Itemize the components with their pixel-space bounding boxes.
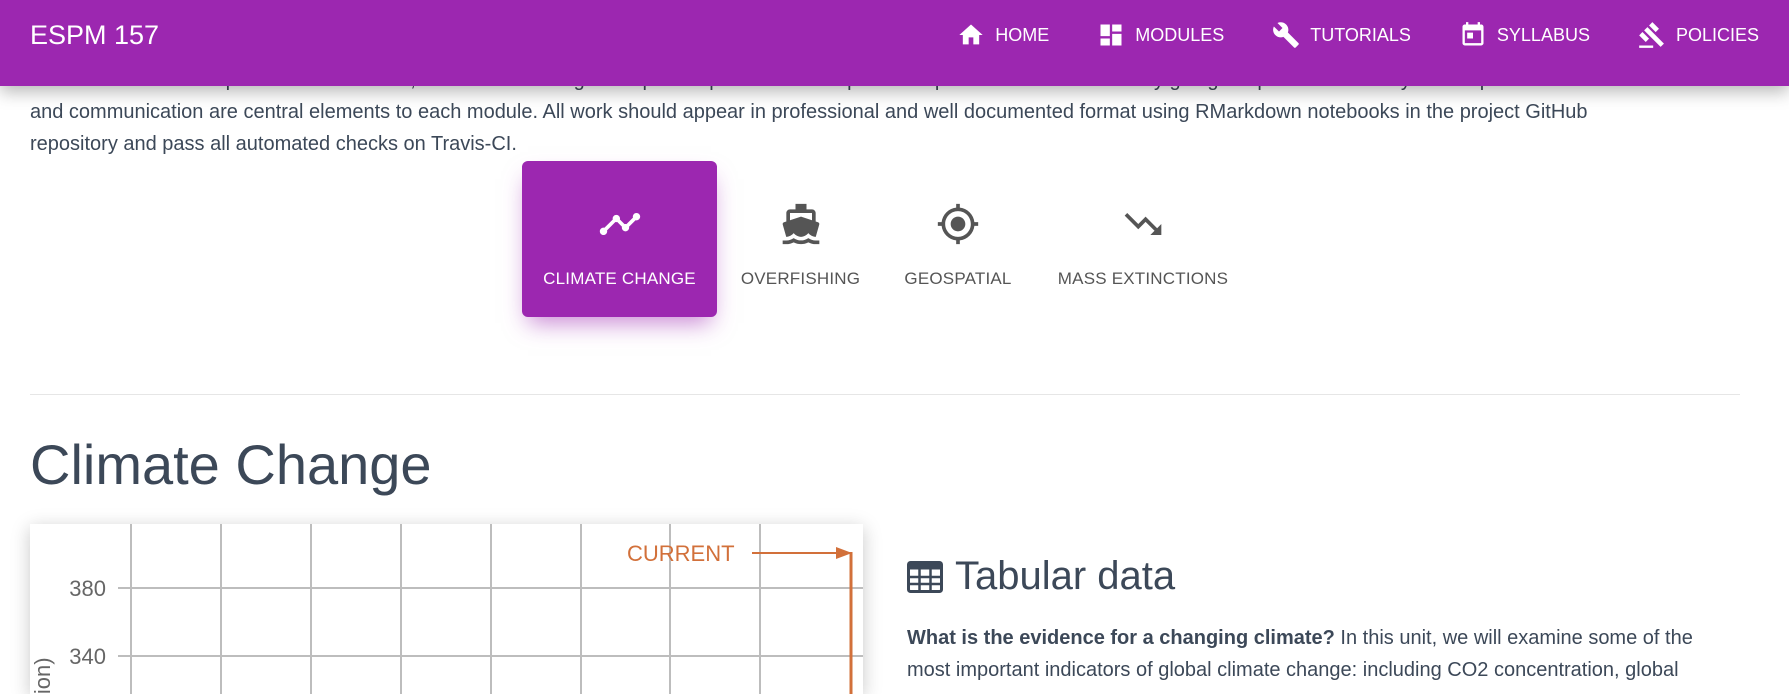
nav-modules[interactable]: MODULES [1097, 21, 1224, 49]
y-tick-340: 340 [69, 644, 106, 669]
tab-geospatial[interactable]: GEOSPATIAL [884, 161, 1032, 317]
nav-menu: HOME MODULES TUTORIALS SYLLABUS POLICIES [909, 0, 1759, 70]
co2-chart: 380 340 lion) CURRENT [30, 524, 863, 694]
section-divider [30, 394, 1740, 395]
tab-climate-change-label: CLIMATE CHANGE [543, 269, 696, 288]
nav-home-label: HOME [995, 24, 1050, 45]
brand-title[interactable]: ESPM 157 [30, 20, 159, 51]
section-title: Climate Change [30, 433, 432, 496]
tab-mass-extinctions[interactable]: MASS EXTINCTIONS [1032, 161, 1254, 317]
nav-tutorials-label: TUTORIALS [1310, 24, 1411, 45]
nav-modules-label: MODULES [1135, 24, 1225, 45]
top-navbar: ESPM 157 HOME MODULES TUTORIALS SYLLABUS… [0, 0, 1789, 86]
y-tick-380: 380 [69, 576, 106, 601]
chart-grid [118, 524, 863, 694]
tab-climate-change[interactable]: CLIMATE CHANGE [522, 161, 717, 317]
dashboard-icon [1100, 24, 1122, 46]
timeline-icon [599, 213, 640, 235]
gavel-icon [1639, 22, 1664, 48]
crosshair-icon [937, 203, 979, 245]
intro-line-2: and communication are central elements t… [30, 101, 1588, 123]
tab-overfishing[interactable]: OVERFISHING [717, 161, 884, 317]
nav-home[interactable]: HOME [957, 21, 1049, 49]
nav-tutorials[interactable]: TUTORIALS [1272, 21, 1411, 49]
nav-syllabus-label: SYLLABUS [1496, 24, 1590, 45]
tabular-data-title: Tabular data [955, 554, 1176, 598]
tab-mass-extinctions-label: MASS EXTINCTIONS [1057, 269, 1229, 288]
wrench-icon [1273, 22, 1300, 48]
tab-geospatial-label: GEOSPATIAL [904, 269, 1012, 288]
module-tabs: CLIMATE CHANGE OVERFISHING GEOSPATIAL MA… [522, 161, 1254, 317]
nav-policies[interactable]: POLICIES [1638, 21, 1759, 49]
tabular-line-1-rest: In this unit, we will examine some of th… [1334, 627, 1693, 649]
y-axis-label: lion) [30, 657, 55, 694]
current-annotation: CURRENT [627, 541, 735, 566]
table-icon [907, 560, 943, 593]
tabular-line-1: What is the evidence for a changing clim… [907, 622, 1707, 654]
co2-chart-card: 380 340 lion) CURRENT [30, 524, 863, 694]
tabular-data-heading: Tabular data [907, 554, 1175, 599]
intro-line-3: repository and pass all automated checks… [30, 133, 517, 155]
tabular-question: What is the evidence for a changing clim… [907, 627, 1335, 649]
tab-overfishing-label: OVERFISHING [740, 269, 861, 288]
calendar-icon [1462, 22, 1484, 46]
trending-down-icon [1124, 213, 1162, 235]
ship-icon [782, 203, 819, 245]
tabular-line-2: most important indicators of global clim… [907, 659, 1679, 681]
nav-syllabus[interactable]: SYLLABUS [1459, 21, 1590, 49]
nav-policies-label: POLICIES [1675, 24, 1759, 45]
home-icon [959, 24, 983, 45]
tabular-intro-text: What is the evidence for a changing clim… [907, 622, 1707, 686]
